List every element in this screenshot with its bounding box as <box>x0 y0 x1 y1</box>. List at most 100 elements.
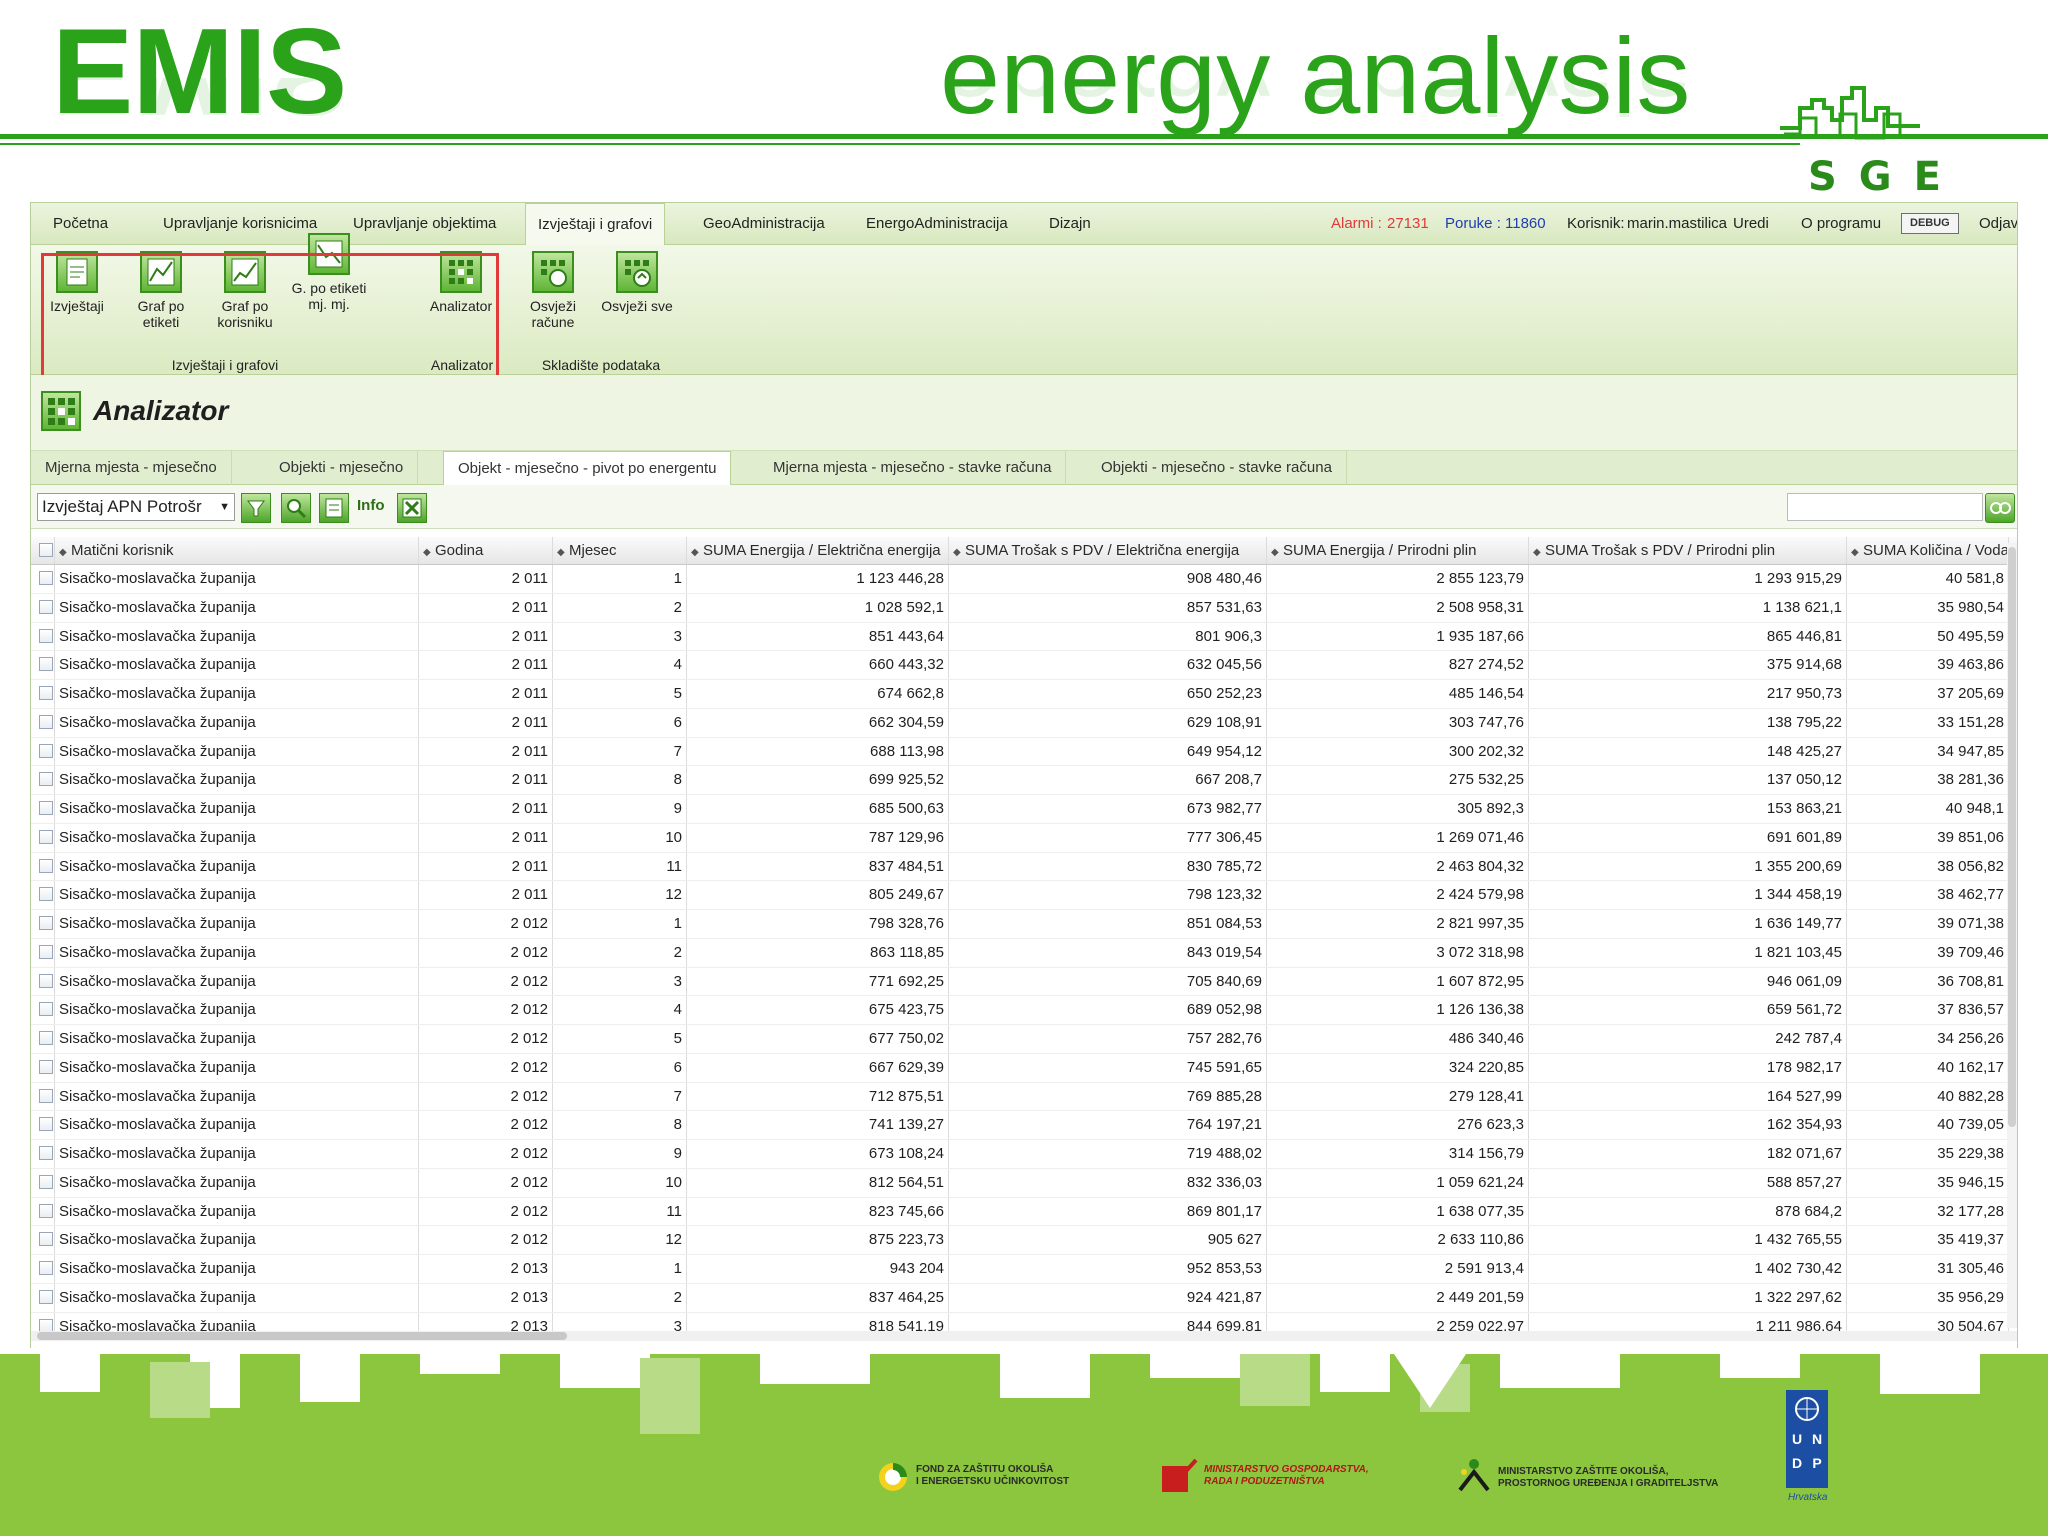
tab-objekt-pivot-po-energentu[interactable]: Objekt - mjesečno - pivot po energentu <box>443 451 732 486</box>
row-checkbox[interactable] <box>31 680 55 708</box>
column-header-godina[interactable]: ◆ Godina <box>419 537 553 564</box>
table-row[interactable]: Sisačko-moslavačka županija 2 011 12 805 24… <box>31 881 2017 910</box>
row-checkbox[interactable] <box>31 852 55 881</box>
table-row[interactable]: Sisačko-moslavačka županija 2 012 3 771 692… <box>31 967 2017 997</box>
logout-link[interactable]: Odjava <box>1979 203 2017 245</box>
table-cell: 801 906,3 <box>949 622 1267 651</box>
table-row[interactable]: Sisačko-moslavačka županija 2 012 10 812 56… <box>31 1168 2017 1198</box>
row-checkbox[interactable] <box>31 708 55 737</box>
row-checkbox[interactable] <box>31 1168 55 1197</box>
row-checkbox[interactable] <box>31 1140 55 1168</box>
row-checkbox[interactable] <box>31 565 55 593</box>
messages-count[interactable]: 11860 <box>1505 203 1546 245</box>
menu-energoadministracija[interactable]: EnergoAdministracija <box>854 203 1020 245</box>
row-checkbox[interactable] <box>31 823 55 852</box>
table-row[interactable]: Sisačko-moslavačka županija 2 012 2 863 118… <box>31 938 2017 968</box>
table-row[interactable]: Sisačko-moslavačka županija 2 013 1 943 204… <box>31 1255 2017 1284</box>
column-header-trosak-plin[interactable]: ◆ SUMA Trošak s PDV / Prirodni plin <box>1529 537 1847 564</box>
table-row[interactable]: Sisačko-moslavačka županija 2 012 1 798 328… <box>31 910 2017 939</box>
table-row[interactable]: Sisačko-moslavačka županija 2 012 4 675 423… <box>31 996 2017 1025</box>
table-row[interactable]: Sisačko-moslavačka županija 2 012 9 673 108… <box>31 1140 2017 1169</box>
about-link[interactable]: O programu <box>1801 203 1881 245</box>
table-row[interactable]: Sisačko-moslavačka županija 2 013 2 837 464… <box>31 1283 2017 1313</box>
debug-button[interactable]: DEBUG <box>1901 213 1959 234</box>
column-header-trosak-el[interactable]: ◆ SUMA Trošak s PDV / Električna energija <box>949 537 1267 564</box>
table-row[interactable]: Sisačko-moslavačka županija 2 012 8 741 139… <box>31 1111 2017 1140</box>
horizontal-scrollbar[interactable] <box>31 1331 2017 1341</box>
table-row[interactable]: Sisačko-moslavačka županija 2 012 11 823 74… <box>31 1197 2017 1227</box>
vertical-scroll-thumb[interactable] <box>2008 547 2016 1127</box>
table-row[interactable]: Sisačko-moslavačka županija 2 012 5 677 750… <box>31 1025 2017 1054</box>
table-cell: 153 863,21 <box>1529 795 1847 823</box>
row-checkbox[interactable] <box>31 881 55 909</box>
table-cell: 40 948,1 <box>1847 795 2009 823</box>
row-checkbox[interactable] <box>31 622 55 651</box>
select-all-checkbox[interactable] <box>31 537 55 564</box>
tab-mjerna-mjesta-mjesecno[interactable]: Mjerna mjesta - mjesečno <box>31 451 232 485</box>
row-checkbox[interactable] <box>31 1283 55 1312</box>
table-row[interactable]: Sisačko-moslavačka županija 2 011 1 1 123 4… <box>31 565 2017 594</box>
table-row[interactable]: Sisačko-moslavačka županija 2 011 7 688 113… <box>31 737 2017 767</box>
row-checkbox[interactable] <box>31 967 55 996</box>
table-row[interactable]: Sisačko-moslavačka županija 2 012 12 875 22… <box>31 1226 2017 1255</box>
calculator-icon[interactable] <box>319 493 349 523</box>
table-row[interactable]: Sisačko-moslavačka županija 2 011 10 787 12… <box>31 823 2017 853</box>
tab-objekti-mjesecno[interactable]: Objekti - mjesečno <box>265 451 419 485</box>
row-checkbox[interactable] <box>31 1111 55 1139</box>
row-checkbox[interactable] <box>31 996 55 1024</box>
tab-objekti-stavke-racuna[interactable]: Objekti - mjesečno - stavke računa <box>1087 451 1347 485</box>
row-checkbox[interactable] <box>31 766 55 794</box>
table-row[interactable]: Sisačko-moslavačka županija 2 011 4 660 443… <box>31 651 2017 680</box>
alarm-count[interactable]: 27131 <box>1387 203 1429 245</box>
edit-profile-link[interactable]: Uredi <box>1733 203 1769 245</box>
ribbon-osvjezi-sve-button[interactable]: Osvježi sve <box>597 249 677 349</box>
table-cell: 2 011 <box>419 680 553 708</box>
excel-export-icon[interactable] <box>397 493 427 523</box>
table-row[interactable]: Sisačko-moslavačka županija 2 011 5 674 662… <box>31 680 2017 709</box>
tab-mjerna-mjesta-stavke-racuna[interactable]: Mjerna mjesta - mjesečno - stavke računa <box>759 451 1067 485</box>
menu-izvjestaji-i-grafovi[interactable]: Izvještaji i grafovi <box>525 203 666 246</box>
filter-icon[interactable] <box>241 493 271 523</box>
search-go-icon[interactable] <box>1985 493 2015 523</box>
report-select[interactable]: Izvještaj APN Potrošr ▼ <box>37 493 235 521</box>
menu-dizajn[interactable]: Dizajn <box>1037 203 1103 245</box>
table-row[interactable]: Sisačko-moslavačka županija 2 011 2 1 028 5… <box>31 593 2017 623</box>
column-header-energija-plin[interactable]: ◆ SUMA Energija / Prirodni plin <box>1267 537 1529 564</box>
table-row[interactable]: Sisačko-moslavačka županija 2 011 11 837 48… <box>31 852 2017 882</box>
table-cell: 588 857,27 <box>1529 1168 1847 1197</box>
table-row[interactable]: Sisačko-moslavačka županija 2 011 3 851 443… <box>31 622 2017 652</box>
row-checkbox[interactable] <box>31 1255 55 1283</box>
column-header-kolicina-voda[interactable]: ◆ SUMA Količina / Voda <box>1847 537 2009 564</box>
table-row[interactable]: Sisačko-moslavačka županija 2 012 6 667 629… <box>31 1053 2017 1083</box>
info-button[interactable]: Info <box>357 497 385 514</box>
ribbon-osvjezi-racune-button[interactable]: Osvježi račune <box>513 249 593 349</box>
zoom-icon[interactable] <box>281 493 311 523</box>
table-row[interactable]: Sisačko-moslavačka županija 2 011 6 662 304… <box>31 708 2017 738</box>
menu-geoadministracija[interactable]: GeoAdministracija <box>691 203 837 245</box>
row-checkbox[interactable] <box>31 737 55 766</box>
menu-pocetna[interactable]: Početna <box>41 203 120 245</box>
table-row[interactable]: Sisačko-moslavačka županija 2 011 8 699 925… <box>31 766 2017 795</box>
row-checkbox[interactable] <box>31 1082 55 1111</box>
column-header-energija-el[interactable]: ◆ SUMA Energija / Električna energija <box>687 537 949 564</box>
row-checkbox[interactable] <box>31 651 55 679</box>
table-cell: 2 011 <box>419 823 553 852</box>
row-checkbox[interactable] <box>31 795 55 823</box>
vertical-scrollbar[interactable] <box>2007 543 2017 1328</box>
row-checkbox[interactable] <box>31 1025 55 1053</box>
horizontal-scroll-thumb[interactable] <box>37 1332 567 1340</box>
table-cell: 37 836,57 <box>1847 996 2009 1024</box>
table-cell: 1 355 200,69 <box>1529 852 1847 881</box>
table-row[interactable]: Sisačko-moslavačka županija 2 011 9 685 500… <box>31 795 2017 824</box>
search-input[interactable] <box>1787 493 1983 521</box>
table-row[interactable]: Sisačko-moslavačka županija 2 012 7 712 875… <box>31 1082 2017 1112</box>
column-header-mjesec[interactable]: ◆ Mjesec <box>553 537 687 564</box>
row-checkbox[interactable] <box>31 1197 55 1226</box>
row-checkbox[interactable] <box>31 1053 55 1082</box>
row-checkbox[interactable] <box>31 910 55 938</box>
column-header-maticni-korisnik[interactable]: ◆ Matični korisnik <box>55 537 419 564</box>
row-checkbox[interactable] <box>31 593 55 622</box>
table-cell: 2 012 <box>419 1168 553 1197</box>
row-checkbox[interactable] <box>31 1226 55 1254</box>
row-checkbox[interactable] <box>31 938 55 967</box>
